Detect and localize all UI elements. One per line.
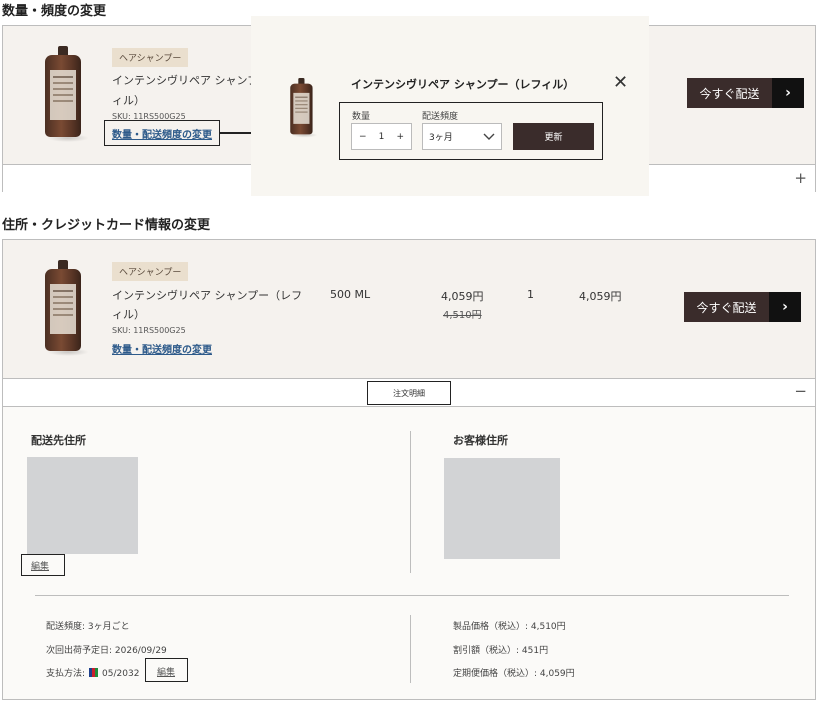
summary-column-divider [410,615,411,683]
original-price: 4,510円 [443,310,482,321]
change-quantity-frequency-link[interactable]: 数量・配送頻度の変更 [112,126,212,141]
card-expiry: 05/2032 [102,669,140,679]
minus-icon[interactable]: − [359,132,367,142]
product-bottle-image [43,260,89,360]
product-name-line1: インテンシヴリペア シャンプー（レフ [112,289,303,302]
frequency-label: 配送頻度 [422,112,459,122]
section-title-quantity-frequency: 数量・頻度の変更 [2,4,107,19]
deliver-now-button[interactable]: 今すぐ配送 › [684,292,801,322]
quantity-label: 数量 [352,112,371,122]
plus-icon[interactable]: + [794,169,807,187]
change-quantity-frequency-link[interactable]: 数量・配送頻度の変更 [112,341,212,356]
product-size: 500 ML [330,288,371,301]
edit-shipping-address-link[interactable]: 編集 [31,559,49,572]
section-title-address-card: 住所・クレジットカード情報の変更 [2,218,211,233]
shipping-address-heading: 配送先住所 [31,434,86,447]
frequency-select[interactable]: 3ヶ月 [422,123,502,150]
delivery-frequency-text: 配送頻度: 3ヶ月ごと [46,622,130,632]
popup-product-bottle-image [289,78,318,140]
product-price-text: 製品価格（税込）: 4,510円 [453,622,566,632]
next-shipment-date: 次回出荷予定日: 2026/09/29 [46,646,167,656]
line-total: 4,059円 [579,290,622,303]
quantity: 1 [527,288,534,301]
chevron-right-icon: › [769,292,801,322]
deliver-now-label: 今すぐ配送 [696,300,757,315]
product-bottle-image [43,46,89,146]
category-badge: ヘアシャンプー [112,48,189,67]
subscription-price-text: 定期便価格（税込）: 4,059円 [453,669,575,679]
discount-text: 割引額（税込）: 451円 [453,646,549,656]
deliver-now-label: 今すぐ配送 [699,86,760,101]
address-divider [410,431,411,573]
product-sku: SKU: 11RS500G25 [112,326,186,335]
credit-card-icon [89,668,99,677]
deliver-now-button[interactable]: 今すぐ配送 › [687,78,804,108]
payment-method-row: 支払方法: 05/2032 [46,666,139,679]
edit-quantity-frequency-popup: インテンシヴリペア シャンプー（レフィル） ✕ 数量 配送頻度 − 1 + 3ヶ… [251,16,649,196]
billing-address-placeholder [444,458,560,559]
shipping-address-placeholder [27,457,138,554]
unit-price: 4,059円 [441,290,484,303]
summary-divider [35,595,789,596]
order-details-panel: 配送先住所 お客様住所 編集 配送頻度: 3ヶ月ごと 次回出荷予定日: 2026… [3,406,815,699]
minus-icon[interactable]: − [794,382,807,400]
quantity-stepper: − 1 + [351,123,412,150]
order-details-button[interactable]: 注文明細 [367,381,451,405]
quantity-value[interactable]: 1 [379,132,385,142]
product-name-line2: ィル） [112,308,145,321]
payment-label: 支払方法: [46,669,86,679]
category-badge: ヘアシャンプー [112,262,189,281]
close-icon[interactable]: ✕ [613,74,628,92]
plus-icon[interactable]: + [396,132,404,142]
popup-controls-highlight: 数量 配送頻度 − 1 + 3ヶ月 更新 [339,102,603,160]
edit-payment-link[interactable]: 編集 [157,665,175,678]
product-name-line2: ィル） [112,94,145,107]
frequency-value: 3ヶ月 [429,133,453,143]
billing-address-heading: お客様住所 [453,434,508,447]
subscription-card-2: ヘアシャンプー インテンシヴリペア シャンプー（レフ ィル） SKU: 11RS… [2,239,816,700]
chevron-down-icon [483,133,495,140]
update-button[interactable]: 更新 [513,123,594,150]
order-details-strip: 注文明細 − [3,378,815,406]
chevron-right-icon: › [772,78,804,108]
popup-title: インテンシヴリペア シャンプー（レフィル） [351,78,575,91]
